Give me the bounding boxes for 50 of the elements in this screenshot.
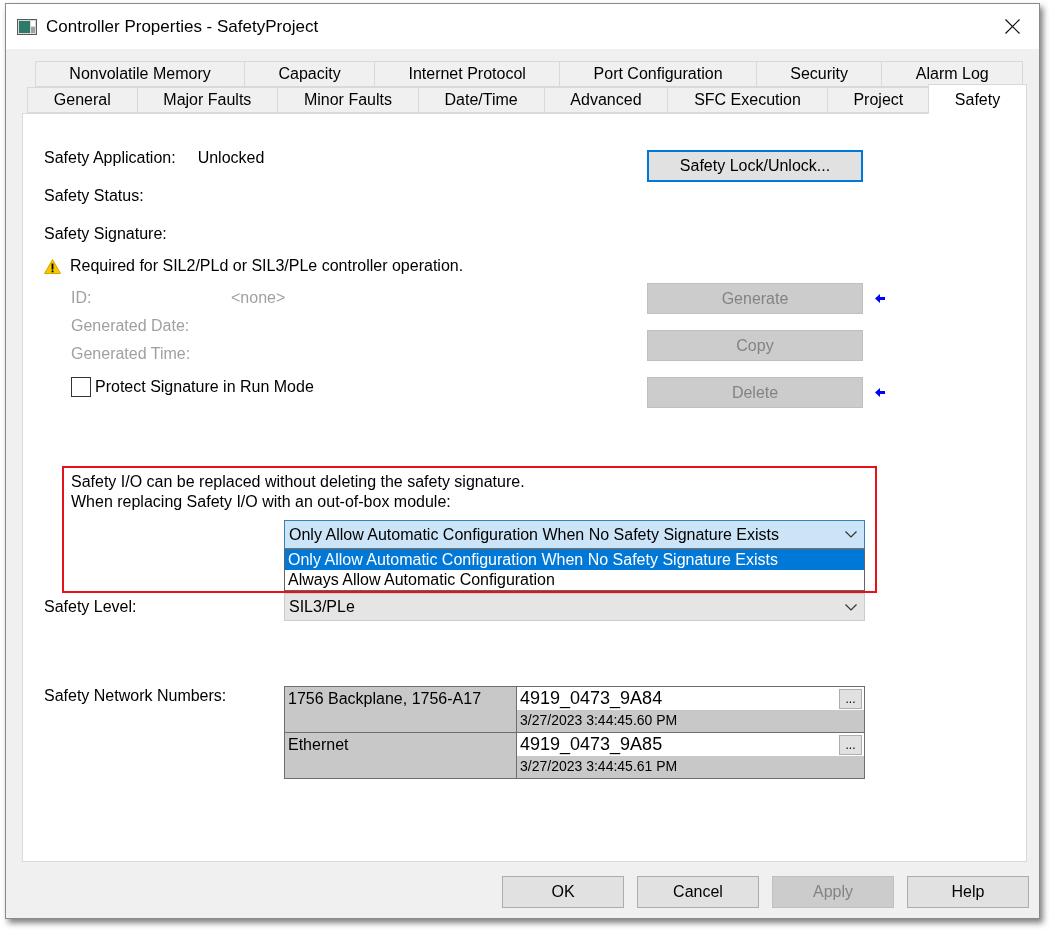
field-label: Generated Time: — [71, 345, 191, 362]
safety-level-select[interactable]: SIL3/PLe — [284, 593, 865, 621]
dialog-button[interactable]: Cancel — [637, 876, 759, 908]
dialog-button[interactable]: OK — [502, 876, 624, 908]
tab[interactable]: Nonvolatile Memory — [35, 61, 246, 87]
close-icon — [1004, 19, 1020, 34]
tab[interactable]: Project — [826, 87, 931, 113]
table-cell-text: 3/27/2023 3:44:45.61 PM — [519, 757, 679, 776]
safety-application-value: Unlocked — [197, 148, 265, 168]
network-number-text: 4919_0473_9A84 — [520, 688, 663, 709]
chevron-down-icon — [845, 531, 857, 538]
tab[interactable]: Minor Faults — [277, 87, 419, 113]
replacement-mode-select[interactable]: Only Allow Automatic Configuration When No Safety Signature Exists — [284, 520, 865, 549]
network-number-text: 4919_0473_9A85 — [520, 734, 663, 755]
checkbox-label: Protect Signature in Run Mode — [95, 377, 314, 397]
safety-application-label: Safety Application: — [44, 148, 176, 168]
field-label: Generated Date: — [71, 317, 190, 334]
tab[interactable]: Major Faults — [136, 87, 279, 113]
app-icon — [17, 18, 37, 35]
network-number-field[interactable]: 4919_0473_9A84 ... — [517, 687, 864, 710]
network-numbers-label: Safety Network Numbers: — [44, 687, 227, 704]
chevron-down-icon — [845, 603, 857, 611]
info-text: When replacing Safety I/O with an out-of-box module: — [71, 492, 451, 512]
browse-button[interactable]: ... — [839, 734, 862, 755]
dialog-button[interactable]: Help — [907, 876, 1029, 908]
warning-text: Required for SIL2/PLd or SIL3/PLe controller operation. — [70, 256, 464, 276]
checkbox[interactable] — [71, 377, 91, 397]
tab[interactable]: Security — [755, 61, 883, 87]
tab[interactable]: Date/Time — [417, 87, 545, 113]
field-value: <none> — [231, 288, 286, 308]
tab[interactable]: Capacity — [244, 61, 376, 87]
tab[interactable]: Port Configuration — [559, 61, 757, 87]
safety-level-label: Safety Level: — [44, 598, 137, 615]
safety-signature-label: Safety Signature: — [44, 224, 167, 244]
warning-icon — [44, 258, 61, 274]
safety-lock-button[interactable]: Safety Lock/Unlock... — [647, 150, 863, 182]
field-label: ID: — [71, 289, 92, 306]
table-cell-text: 3/27/2023 3:44:45.60 PM — [519, 711, 679, 730]
browse-button[interactable]: ... — [839, 688, 862, 709]
tab[interactable]: General — [27, 87, 138, 113]
safety-status-label: Safety Status: — [44, 186, 144, 206]
tab[interactable]: Alarm Log — [881, 61, 1024, 87]
network-number-field[interactable]: 4919_0473_9A85 ... — [517, 733, 864, 756]
tab[interactable]: SFC Execution — [667, 87, 828, 113]
window-title: Controller Properties - SafetyProject — [46, 15, 319, 38]
tab[interactable]: Internet Protocol — [374, 61, 561, 87]
dropdown-option[interactable]: Only Allow Automatic Configuration When No Safety Signature Exists — [285, 550, 864, 570]
tab[interactable]: Safety — [928, 84, 1027, 114]
info-text: Safety I/O can be replaced without deleting the safety signature. — [71, 472, 525, 492]
tab[interactable]: Advanced — [543, 87, 669, 113]
